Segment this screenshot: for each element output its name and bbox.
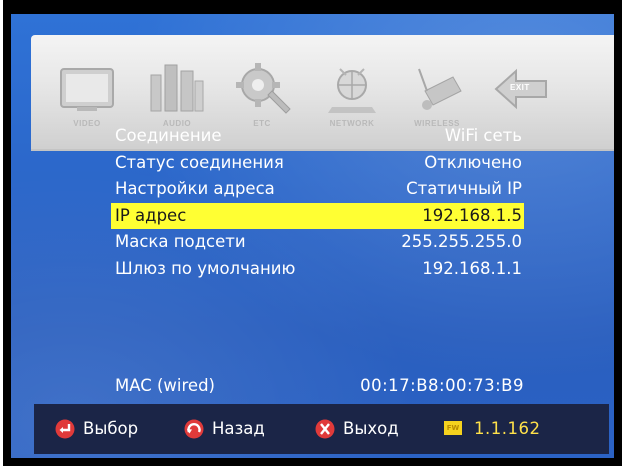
setting-label: Шлюз по умолчанию [115,258,296,278]
firmware-info: FW 1.1.162 [444,417,564,441]
setting-label: Маска подсети [115,232,246,251]
setting-value: 192.168.1.5 [422,205,522,225]
setting-row-connection[interactable]: Соединение WiFi сеть [111,123,524,150]
fw-badge-icon: FW [444,421,462,435]
menu-item-label: EXIT [510,83,530,92]
network-globe-icon [328,68,376,113]
top-border [3,0,622,14]
setting-value: Отключено [424,152,522,172]
hint-back[interactable]: Назад [183,417,293,441]
mac-label: MAC (wired) [115,376,215,395]
tv-icon [60,68,114,111]
gear-wrench-icon [236,63,291,114]
mac-value: 00:17:B8:00:73:B9 [360,376,524,395]
setting-label: IP адрес [115,205,187,225]
mac-address-row: MAC (wired) 00:17:B8:00:73:B9 [115,373,524,399]
bottom-border [3,458,622,466]
setting-value: 192.168.1.1 [422,258,522,278]
exit-button-icon [315,419,335,439]
setting-row-default-gateway[interactable]: Шлюз по умолчанию 192.168.1.1 [111,256,524,283]
network-settings-list: Соединение WiFi сеть Статус соединения О… [111,123,524,282]
speakers-icon [150,64,204,112]
hint-select-label: Выбор [83,419,139,438]
footer-bar: Выбор Назад Выход FW 1.1.162 [34,404,609,454]
screen: VIDEO AUDIO ETC NETWORK WIRELESS EXIT Со… [3,0,622,466]
hint-select[interactable]: Выбор [54,417,164,441]
hint-exit[interactable]: Выход [314,417,424,441]
setting-row-subnet-mask[interactable]: Маска подсети 255.255.255.0 [111,229,524,256]
hint-back-label: Назад [212,419,265,438]
wireless-icon [418,68,462,110]
back-button-icon [184,419,204,439]
setting-value: 255.255.255.0 [401,232,522,251]
setting-label: Статус соединения [115,152,284,172]
hint-exit-label: Выход [343,419,399,438]
enter-button-icon [55,419,75,439]
setting-row-ip-address[interactable]: IP адрес 192.168.1.5 [111,202,524,229]
firmware-version: 1.1.162 [474,419,541,438]
setting-row-connection-status[interactable]: Статус соединения Отключено [111,150,524,177]
setting-label: Настройки адреса [115,179,275,198]
setting-value: Статичный IP [406,179,522,198]
setting-label: Соединение [115,126,222,145]
setting-value: WiFi сеть [444,126,522,145]
setting-row-address-settings[interactable]: Настройки адреса Статичный IP [111,176,524,203]
